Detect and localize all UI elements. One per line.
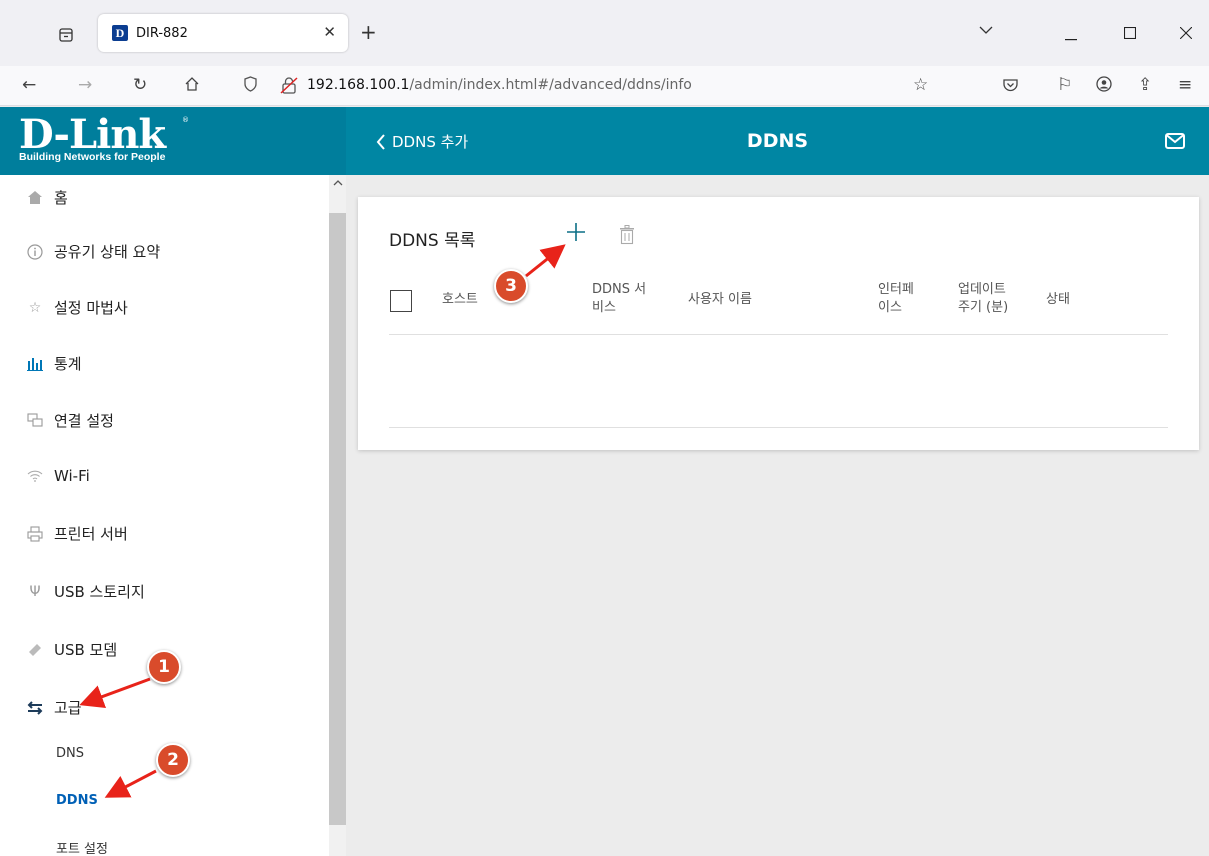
sidebar-item-label: 고급 xyxy=(54,699,82,717)
swap-arrows-icon xyxy=(26,699,44,717)
column-header-status: 상태 xyxy=(1046,292,1070,307)
share-icon[interactable]: ⇪ xyxy=(1138,75,1152,95)
column-header-line: DDNS 서 xyxy=(592,282,647,297)
submenu-item-ddns[interactable]: DDNS xyxy=(56,793,98,808)
url-path: /admin/index.html#/advanced/ddns/info xyxy=(409,77,692,93)
extensions-icon[interactable]: ⚐ xyxy=(1057,75,1072,95)
new-tab-icon[interactable]: + xyxy=(360,20,377,44)
delete-ddns-button[interactable] xyxy=(619,225,637,245)
sidebar-item-usb-storage[interactable]: Ψ USB 스토리지 xyxy=(26,581,145,602)
column-header-line: 비스 xyxy=(592,300,616,315)
reload-icon[interactable]: ↻ xyxy=(133,75,147,95)
annotation-badge-3: 3 xyxy=(494,269,528,303)
sidebar-item-label: 설정 마법사 xyxy=(54,299,128,317)
column-header-interface: 인터페 이스 xyxy=(878,281,914,317)
sidebar-item-status-summary[interactable]: 공유기 상태 요약 xyxy=(26,241,160,262)
scrollbar-thumb[interactable] xyxy=(329,213,346,825)
sidebar-item-advanced[interactable]: 고급 xyxy=(26,697,82,718)
sidebar-item-label: 공유기 상태 요약 xyxy=(54,243,161,261)
maximize-icon[interactable] xyxy=(1123,24,1137,43)
url-text[interactable]: 192.168.100.1/admin/index.html#/advanced… xyxy=(307,77,692,93)
tracking-shield-icon[interactable] xyxy=(243,76,258,96)
column-header-update-interval: 업데이트 주기 (분) xyxy=(958,281,1008,317)
wifi-icon xyxy=(26,467,44,485)
star-icon: ☆ xyxy=(28,299,42,316)
select-all-checkbox[interactable] xyxy=(390,290,412,312)
url-host: 192.168.100.1 xyxy=(307,77,410,93)
column-header-ddns-service: DDNS 서 비스 xyxy=(592,281,646,317)
network-icon xyxy=(26,412,44,430)
browser-navigation-bar: ← → ↻ 192.168.100.1/admin/index.html#/ad… xyxy=(0,66,1209,106)
column-header-line: 인터페 xyxy=(878,282,914,297)
submenu-item-port-settings[interactable]: 포트 설정 xyxy=(56,838,108,856)
forward-arrow-icon[interactable]: → xyxy=(78,75,92,95)
account-icon[interactable] xyxy=(1096,76,1112,97)
browser-tab-bar: D DIR-882 ✕ + xyxy=(0,0,1209,66)
sidebar-item-label: USB 스토리지 xyxy=(54,583,145,601)
column-header-line: 주기 (분) xyxy=(958,300,1009,315)
tab-title: DIR-882 xyxy=(136,25,188,41)
printer-icon xyxy=(26,525,44,543)
sidebar-item-label: 홈 xyxy=(54,189,68,207)
tab-overflow-chevron-icon[interactable] xyxy=(979,20,993,39)
sidebar-item-home[interactable]: 홈 xyxy=(26,187,68,208)
bookmark-star-icon[interactable]: ☆ xyxy=(913,75,928,95)
bar-chart-icon xyxy=(26,355,44,373)
home-browser-icon[interactable] xyxy=(184,76,200,97)
close-window-icon[interactable] xyxy=(1179,24,1193,43)
add-ddns-button[interactable] xyxy=(565,221,587,248)
column-header-line: 이스 xyxy=(878,300,902,315)
table-bottom-divider xyxy=(389,427,1168,428)
sidebar-item-label: Wi-Fi xyxy=(54,467,90,485)
table-header-divider xyxy=(389,334,1168,335)
page-title: DDNS xyxy=(746,130,809,152)
sidebar-item-label: 통계 xyxy=(54,355,82,373)
dlink-logo[interactable]: D-Link ® Building Networks for People xyxy=(0,107,346,175)
minimize-icon[interactable] xyxy=(1065,26,1077,45)
back-arrow-icon[interactable]: ← xyxy=(22,75,36,95)
menu-hamburger-icon[interactable]: ≡ xyxy=(1178,75,1192,95)
column-header-host: 호스트 xyxy=(442,292,478,307)
sidebar-item-connection-settings[interactable]: 연결 설정 xyxy=(26,410,114,431)
sidebar-item-usb-modem[interactable]: USB 모뎀 xyxy=(26,639,117,660)
trash-icon xyxy=(620,225,634,245)
sidebar-item-printer-server[interactable]: 프린터 서버 xyxy=(26,523,128,544)
ddns-list-card: DDNS 목록 호스트 DDNS 서 비스 사용자 이름 인터페 이스 업데이트… xyxy=(358,197,1199,450)
modem-icon xyxy=(26,641,44,659)
column-header-username: 사용자 이름 xyxy=(688,292,752,307)
browser-tab[interactable]: D DIR-882 ✕ xyxy=(98,14,348,52)
mail-icon[interactable] xyxy=(1165,133,1185,149)
plus-icon xyxy=(567,223,585,241)
app-header: DDNS 추가 DDNS xyxy=(346,107,1209,175)
sidebar-item-setup-wizard[interactable]: ☆ 설정 마법사 xyxy=(26,297,128,318)
column-header-line: 업데이트 xyxy=(958,282,1006,297)
close-tab-icon[interactable]: ✕ xyxy=(323,23,336,41)
insecure-lock-icon[interactable] xyxy=(279,75,299,95)
logo-tagline: Building Networks for People xyxy=(19,151,166,163)
sidebar-item-label: 프린터 서버 xyxy=(54,525,128,543)
sidebar-item-label: 연결 설정 xyxy=(54,412,114,430)
submenu-item-dns[interactable]: DNS xyxy=(56,746,84,761)
sidebar-item-statistics[interactable]: 통계 xyxy=(26,353,82,374)
tab-list-icon[interactable] xyxy=(52,22,80,48)
home-icon xyxy=(26,189,44,207)
usb-icon: Ψ xyxy=(29,583,41,600)
logo-registered-mark: ® xyxy=(182,116,189,124)
dlink-favicon-icon: D xyxy=(112,25,128,41)
ddns-list-title: DDNS 목록 xyxy=(389,231,476,251)
info-icon xyxy=(26,243,44,261)
pocket-icon[interactable] xyxy=(1003,77,1018,97)
sidebar-scrollbar[interactable] xyxy=(329,175,346,856)
annotation-badge-2: 2 xyxy=(156,743,190,777)
annotation-badge-1: 1 xyxy=(147,650,181,684)
sidebar-item-label: USB 모뎀 xyxy=(54,641,118,659)
sidebar-item-wifi[interactable]: Wi-Fi xyxy=(26,467,90,485)
scroll-up-arrow-icon[interactable] xyxy=(329,175,346,192)
